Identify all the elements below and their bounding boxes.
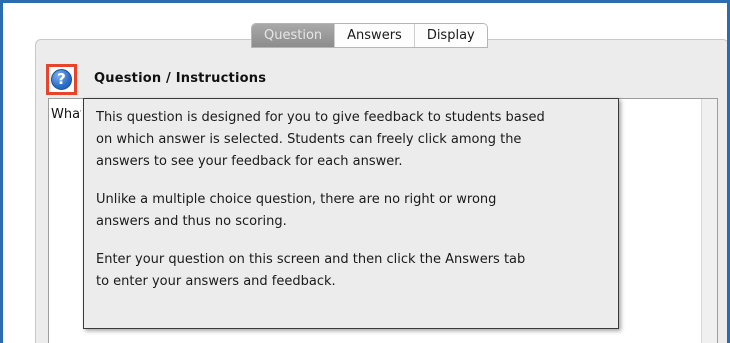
help-tooltip: This question is designed for you to giv… <box>83 98 619 329</box>
question-mark-icon: ? <box>51 69 72 90</box>
tab-answers[interactable]: Answers <box>334 24 414 47</box>
editor-scrollbar[interactable] <box>701 99 717 343</box>
tooltip-paragraph: Unlike a multiple choice question, there… <box>96 192 497 229</box>
tab-display[interactable]: Display <box>413 24 487 47</box>
help-button[interactable]: ? <box>46 64 77 95</box>
dialog-frame: Question Answers Display ? Question / In… <box>0 0 730 343</box>
tooltip-paragraph: Enter your question on this screen and t… <box>96 252 526 289</box>
tooltip-paragraph: This question is designed for you to giv… <box>96 110 545 169</box>
tab-bar: Question Answers Display <box>251 23 488 48</box>
section-heading: Question / Instructions <box>94 71 267 86</box>
editor-text: What <box>51 107 81 122</box>
tab-question[interactable]: Question <box>252 24 335 47</box>
